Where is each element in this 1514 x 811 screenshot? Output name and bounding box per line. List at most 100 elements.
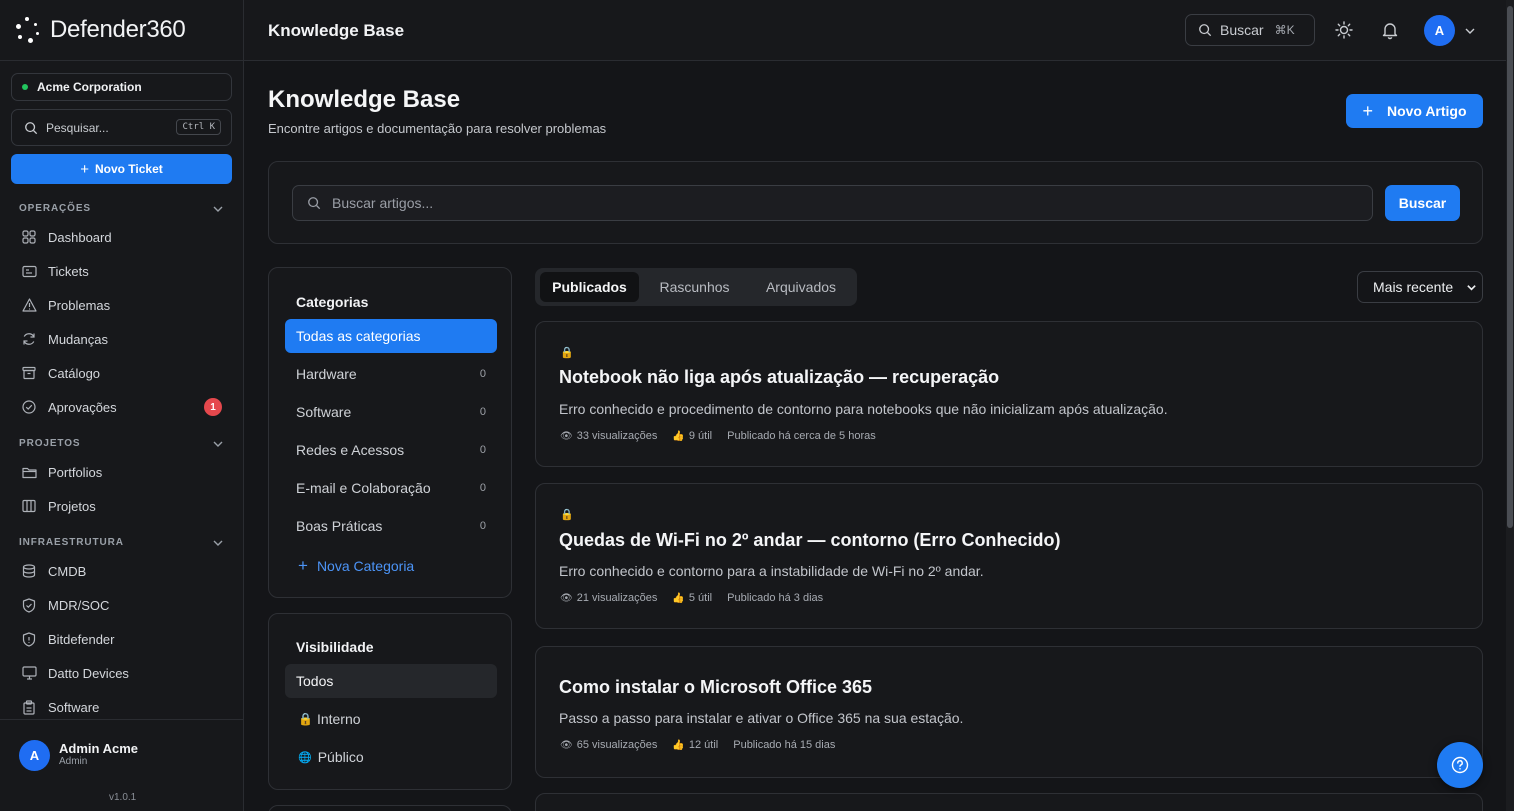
article-card-partial[interactable] — [535, 793, 1483, 811]
page-subtitle: Encontre artigos e documentação para res… — [268, 121, 607, 136]
scroll-thumb[interactable] — [1507, 6, 1513, 528]
visibility-label: Interno — [316, 711, 361, 727]
status-dot — [22, 84, 28, 90]
sidebar-item-portfolios[interactable]: Portfolios — [21, 462, 102, 482]
bell-icon[interactable] — [1380, 20, 1400, 40]
category-label: Boas Práticas — [296, 518, 383, 534]
sidebar-item-catalogo[interactable]: Catálogo — [21, 363, 100, 383]
visibility-label: Público — [317, 749, 364, 765]
sidebar-item-datto-devices[interactable]: Datto Devices — [21, 663, 129, 683]
sidebar-item-bitdefender[interactable]: Bitdefender — [21, 629, 115, 649]
new-article-button[interactable]: + Novo Artigo — [1346, 94, 1483, 128]
sidebar-item-label: Problemas — [48, 297, 111, 313]
shield-check-icon — [21, 597, 37, 613]
search-icon — [25, 121, 38, 134]
plus-icon: + — [298, 556, 308, 575]
lock-icon: 🔒 — [560, 347, 574, 359]
article-meta: 👁 33 visualizações 👍 9 útil Publicado há c… — [560, 430, 891, 442]
category-item-redes-acessos[interactable]: Redes e Acessos 0 — [285, 433, 497, 467]
help-icon — [1451, 756, 1469, 774]
new-ticket-button[interactable]: + Novo Ticket — [11, 154, 232, 184]
chevron-down-icon[interactable] — [212, 203, 224, 215]
package-icon — [21, 699, 37, 715]
category-count: 0 — [479, 482, 486, 494]
article-card[interactable]: 🔒 Notebook não liga após atualização — r… — [535, 321, 1483, 467]
sidebar-item-label: Mudanças — [48, 331, 108, 347]
page-scrollbar[interactable] — [1506, 0, 1514, 811]
sidebar-item-label: Projetos — [48, 498, 96, 514]
article-title[interactable]: Notebook não liga após atualização — rec… — [559, 367, 999, 388]
category-all[interactable]: Todas as categorias — [285, 319, 497, 353]
category-item-boas-praticas[interactable]: Boas Práticas 0 — [285, 509, 497, 543]
search-button[interactable]: Buscar — [1385, 185, 1460, 221]
sidebar-item-label: Tickets — [48, 263, 89, 279]
globe-icon: 🌐 — [298, 751, 312, 764]
article-description: Erro conhecido e procedimento de contorn… — [559, 401, 1168, 417]
sidebar-item-problemas[interactable]: Problemas — [21, 295, 110, 315]
help-button[interactable] — [1437, 742, 1483, 788]
sidebar-search-placeholder: Pesquisar... — [46, 120, 109, 135]
sidebar-item-dashboard[interactable]: Dashboard — [21, 227, 112, 247]
article-helpful: 5 útil — [688, 592, 713, 604]
sidebar-item-software[interactable]: Software — [21, 697, 99, 717]
user-avatar-button[interactable]: A — [1424, 15, 1455, 46]
chevron-down-icon[interactable] — [212, 537, 224, 549]
visibility-title: Visibilidade — [296, 639, 374, 655]
category-item-software[interactable]: Software 0 — [285, 395, 497, 429]
sidebar-item-label: Catálogo — [48, 365, 101, 381]
section-title-projetos: PROJETOS — [19, 438, 81, 449]
tab-publicados[interactable]: Publicados — [540, 272, 639, 302]
category-item-email-colaboracao[interactable]: E-mail e Colaboração 0 — [285, 471, 497, 505]
user-panel[interactable]: A Admin Acme Admin v1.0.1 — [0, 719, 244, 811]
category-count: 0 — [479, 520, 486, 532]
new-ticket-label: Novo Ticket — [94, 162, 163, 176]
chevron-down-icon[interactable] — [212, 438, 224, 450]
sidebar-item-projetos[interactable]: Projetos — [21, 496, 96, 516]
sidebar-search[interactable]: Pesquisar... Ctrl K — [11, 109, 232, 146]
sidebar-item-mudancas[interactable]: Mudanças — [21, 329, 108, 349]
chevron-down-icon[interactable] — [1464, 25, 1476, 37]
app-version: v1.0.1 — [109, 792, 137, 803]
thumbs-up-icon: 👍 — [672, 592, 685, 604]
article-published: Publicado há 15 dias — [733, 739, 836, 751]
thumbs-up-icon: 👍 — [672, 430, 685, 442]
visibility-option-interno[interactable]: 🔒 Interno — [285, 702, 497, 736]
sidebar-item-cmdb[interactable]: CMDB — [21, 561, 86, 581]
article-card[interactable]: 🔒 Quedas de Wi-Fi no 2º andar — contorno… — [535, 483, 1483, 629]
sort-select[interactable]: Mais recente — [1357, 271, 1483, 303]
org-selector[interactable]: Acme Corporation — [11, 73, 232, 101]
article-search-input[interactable]: Buscar artigos... — [292, 185, 1373, 221]
sidebar-item-label: MDR/SOC — [48, 597, 110, 613]
global-search-button[interactable]: Buscar ⌘K — [1185, 14, 1315, 46]
plus-icon: + — [1362, 100, 1373, 121]
tab-rascunhos[interactable]: Rascunhos — [643, 272, 746, 302]
visibility-label: Todos — [296, 673, 334, 689]
sidebar-item-tickets[interactable]: Tickets — [21, 261, 89, 281]
folder-icon — [21, 464, 37, 480]
category-count: 0 — [479, 406, 486, 418]
brand[interactable]: Defender360 — [0, 0, 243, 61]
lock-icon: 🔒 — [560, 509, 574, 521]
tab-arquivados[interactable]: Arquivados — [750, 272, 852, 302]
ticket-icon — [21, 263, 37, 279]
shortcut-hint: Ctrl K — [176, 119, 221, 135]
visibility-panel: Visibilidade Todos 🔒 Interno 🌐 Público — [268, 613, 512, 790]
visibility-option-todos[interactable]: Todos — [285, 664, 497, 698]
sun-icon[interactable] — [1334, 20, 1354, 40]
eye-icon: 👁 — [560, 430, 573, 442]
category-label: Hardware — [296, 366, 357, 382]
new-category-button[interactable]: + Nova Categoria — [298, 556, 414, 576]
article-title[interactable]: Quedas de Wi-Fi no 2º andar — contorno (… — [559, 530, 1060, 551]
search-icon — [1199, 24, 1212, 37]
article-card[interactable]: Como instalar o Microsoft Office 365 Pas… — [535, 646, 1483, 778]
section-title-operacoes: OPERAÇÕES — [19, 203, 92, 214]
article-title[interactable]: Como instalar o Microsoft Office 365 — [559, 677, 872, 698]
visibility-option-publico[interactable]: 🌐 Público — [285, 740, 497, 774]
eye-icon: 👁 — [560, 592, 573, 604]
sidebar-item-mdr-soc[interactable]: MDR/SOC — [21, 595, 109, 615]
sidebar-item-label: Dashboard — [48, 229, 112, 245]
article-description: Erro conhecido e contorno para a instabi… — [559, 563, 984, 579]
sidebar-item-aprovacoes[interactable]: Aprovações — [21, 397, 117, 417]
category-item-hardware[interactable]: Hardware 0 — [285, 357, 497, 391]
search-icon — [308, 197, 321, 210]
